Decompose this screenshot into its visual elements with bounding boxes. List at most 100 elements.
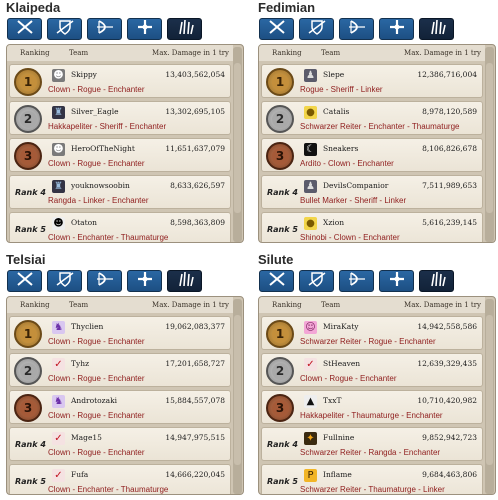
rank-label: Rank 5 — [15, 225, 46, 234]
team-classes: Clown - Rogue - Enchanter — [48, 85, 145, 94]
max-damage: 7,511,989,653 — [422, 181, 477, 190]
shield-sword-icon — [306, 18, 328, 40]
player-name: Skippy — [71, 70, 97, 79]
tab-cross[interactable] — [379, 270, 414, 292]
tab-shield-sword[interactable] — [299, 270, 334, 292]
scrollbar[interactable] — [233, 47, 242, 242]
ranking-row[interactable]: 2 ♜ Silver_Eagle 13,302,695,105 Hakkapeliter… — [9, 101, 231, 135]
red-bird-emblem-icon: ✓ — [52, 432, 65, 445]
ranking-row[interactable]: Rank 4 ✦ Fullnine 9,852,942,723 Schwarzer Re… — [261, 427, 483, 461]
rank-number: 1 — [19, 73, 37, 91]
bow-icon — [94, 18, 116, 40]
team-classes: Clown - Enchanter - Thaumaturge — [48, 233, 169, 242]
sunglasses-emblem-icon: ☻ — [52, 217, 65, 230]
scrollbar-thumb[interactable] — [234, 63, 241, 213]
ranking-header: Ranking Team Max. Damage in 1 try — [7, 297, 233, 313]
player-name: TxxT — [323, 396, 342, 405]
player-name: HeroOfTheNight — [71, 144, 135, 153]
ranking-row[interactable]: 2 ✓ Tyhz 17,201,658,727 Clown - Rogue - Ench… — [9, 353, 231, 387]
ranking-row[interactable]: Rank 4 ✓ Mage15 14,947,975,515 Clown - Rogue… — [9, 427, 231, 461]
scrollbar-thumb[interactable] — [234, 315, 241, 465]
tab-claw[interactable] — [419, 18, 454, 40]
chick-emblem-icon: ● — [304, 217, 317, 230]
max-damage: 14,942,558,586 — [417, 322, 477, 331]
tab-claw[interactable] — [167, 270, 202, 292]
player-name: Androtozaki — [71, 396, 118, 405]
ranking-row[interactable]: Rank 5 P Inflame 9,684,463,806 Schwarzer Rei… — [261, 464, 483, 494]
team-classes: Clown - Rogue - Enchanter — [48, 159, 145, 168]
rank-number: 2 — [19, 362, 37, 380]
ranking-row[interactable]: 1 ☻ Skippy 13,403,562,054 Clown - Rogue - En… — [9, 64, 231, 98]
tab-claw[interactable] — [167, 18, 202, 40]
tab-crossed-swords[interactable] — [259, 270, 294, 292]
tab-cross[interactable] — [379, 18, 414, 40]
ranking-row[interactable]: 3 ▲ TxxT 10,710,420,982 Hakkapeliter - Thaum… — [261, 390, 483, 424]
player-name: Mage15 — [71, 433, 102, 442]
class-tabs — [259, 18, 454, 40]
ranking-row[interactable]: 3 ♞ Androtozaki 15,884,557,078 Clown - Rogue… — [9, 390, 231, 424]
scrollbar[interactable] — [233, 299, 242, 494]
tab-shield-sword[interactable] — [47, 18, 82, 40]
scrollbar-thumb[interactable] — [486, 315, 493, 465]
ranking-row[interactable]: 1 ♞ Thyclien 19,062,083,377 Clown - Rogue - … — [9, 316, 231, 350]
player-name: Fufa — [71, 470, 89, 479]
team-classes: Hakkapeliter - Sheriff - Enchanter — [48, 122, 167, 131]
tab-bow[interactable] — [87, 18, 122, 40]
team-classes: Clown - Rogue - Enchanter — [48, 374, 145, 383]
rank-label: Rank 4 — [267, 440, 298, 449]
ranking-row[interactable]: Rank 4 ♜ youknowsoobin 8,633,626,597 Rangda … — [9, 175, 231, 209]
rank-medal-icon: 1 — [266, 68, 294, 96]
scrollbar[interactable] — [485, 47, 494, 242]
max-damage: 8,978,120,589 — [422, 107, 477, 116]
ranking-row[interactable]: Rank 5 ✓ Fufa 14,666,220,045 Clown - Enchant… — [9, 464, 231, 494]
ranking-row[interactable]: Rank 5 ☻ Otaton 8,598,363,809 Clown - Enchan… — [9, 212, 231, 242]
claw-icon — [426, 270, 448, 292]
ranking-row[interactable]: 3 ☾ Sneakers 8,106,826,678 Ardito - Clown - … — [261, 138, 483, 172]
tab-bow[interactable] — [87, 270, 122, 292]
ranking-row[interactable]: 3 ☻ HeroOfTheNight 11,651,637,079 Clown - Ro… — [9, 138, 231, 172]
max-damage: 13,302,695,105 — [165, 107, 225, 116]
tab-claw[interactable] — [419, 270, 454, 292]
rank-number: 1 — [271, 325, 289, 343]
max-damage: 19,062,083,377 — [165, 322, 225, 331]
ranking-row[interactable]: 2 ✓ StHeaven 12,639,329,435 Clown - Rogue - … — [261, 353, 483, 387]
ranking-row[interactable]: 1 ♟ Slepe 12,386,716,004 Rogue - Sheriff - L… — [261, 64, 483, 98]
max-damage: 11,651,637,079 — [165, 144, 225, 153]
player-name: Tyhz — [71, 359, 90, 368]
ranking-board: Ranking Team Max. Damage in 1 try 1 ☺ MiraKat… — [258, 296, 496, 495]
rank-medal-icon: 1 — [14, 68, 42, 96]
team-classes: Schwarzer Reiter - Enchanter - Thaumatur… — [300, 122, 460, 131]
team-classes: Rogue - Sheriff - Linker — [300, 85, 383, 94]
ranking-row[interactable]: Rank 5 ● Xzion 5,616,239,145 Shinobi - Clown… — [261, 212, 483, 242]
scrollbar[interactable] — [485, 299, 494, 494]
tab-shield-sword[interactable] — [47, 270, 82, 292]
ranking-row[interactable]: 1 ☺ MiraKaty 14,942,558,586 Schwarzer Reiter… — [261, 316, 483, 350]
player-name: Sneakers — [323, 144, 359, 153]
player-name: Inflame — [323, 470, 352, 479]
tab-bow[interactable] — [339, 270, 374, 292]
leaderboard-panel: Klaipeda Ranking Team Max. Damage in 1 try 1… — [3, 0, 244, 245]
tab-bow[interactable] — [339, 18, 374, 40]
crossed-swords-icon — [14, 18, 36, 40]
tab-cross[interactable] — [127, 270, 162, 292]
tab-crossed-swords[interactable] — [259, 18, 294, 40]
max-damage: 13,403,562,054 — [165, 70, 225, 79]
ranking-board: Ranking Team Max. Damage in 1 try 1 ♞ Thyclie… — [6, 296, 244, 495]
ranking-row[interactable]: Rank 4 ♟ DevilsCompanior 7,511,989,653 Bulle… — [261, 175, 483, 209]
skull-emblem-icon: ☻ — [52, 69, 65, 82]
rank-number: 1 — [19, 325, 37, 343]
ranking-row[interactable]: 2 ● Catalis 8,978,120,589 Schwarzer Reiter -… — [261, 101, 483, 135]
hat-emblem-icon: ▲ — [304, 395, 317, 408]
header-team: Team — [69, 301, 89, 309]
scrollbar-thumb[interactable] — [486, 63, 493, 213]
ranking-board: Ranking Team Max. Damage in 1 try 1 ♟ Slepe 12… — [258, 44, 496, 243]
rank-number: 3 — [271, 399, 289, 417]
tab-cross[interactable] — [127, 18, 162, 40]
rank-label: Rank 4 — [267, 188, 298, 197]
class-tabs — [7, 18, 202, 40]
tab-shield-sword[interactable] — [299, 18, 334, 40]
header-team: Team — [321, 49, 341, 57]
tab-crossed-swords[interactable] — [7, 270, 42, 292]
tab-crossed-swords[interactable] — [7, 18, 42, 40]
p-badge-emblem-icon: P — [304, 469, 317, 482]
